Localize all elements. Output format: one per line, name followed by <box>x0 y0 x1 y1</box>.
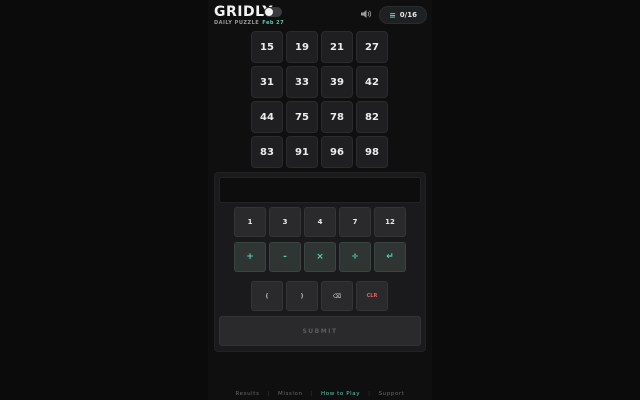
number-tile[interactable]: 21 <box>321 31 353 63</box>
minus-button[interactable]: - <box>269 242 301 272</box>
open-paren-button[interactable]: ( <box>251 281 283 311</box>
number-tile[interactable]: 42 <box>356 66 388 98</box>
footer-nav: Results | Mission | How to Play | Support <box>0 389 640 399</box>
number-keys-row: 1 3 4 7 12 <box>234 207 406 237</box>
toggle-knob <box>265 8 273 16</box>
footer-link-support[interactable]: Support <box>379 391 405 397</box>
operator-keys-row: + - × ÷ ↵ <box>234 242 406 272</box>
header: GRIDLY DAILY PUZZLE Feb 27 ≡ 0/16 <box>214 4 427 30</box>
number-tile[interactable]: 33 <box>286 66 318 98</box>
number-tile[interactable]: 83 <box>251 136 283 168</box>
puzzle-date: Feb 27 <box>262 20 285 26</box>
footer-separator: | <box>310 391 314 397</box>
number-tile[interactable]: 44 <box>251 101 283 133</box>
plus-button[interactable]: + <box>234 242 266 272</box>
number-tile[interactable]: 82 <box>356 101 388 133</box>
footer-separator: | <box>267 391 270 397</box>
number-key[interactable]: 3 <box>269 207 301 237</box>
enter-button[interactable]: ↵ <box>374 242 406 272</box>
number-tile[interactable]: 15 <box>251 31 283 63</box>
number-tile[interactable]: 31 <box>251 66 283 98</box>
speaker-icon[interactable] <box>360 9 372 19</box>
footer-link-results[interactable]: Results <box>235 391 259 397</box>
number-tile[interactable]: 78 <box>321 101 353 133</box>
number-grid: 15 19 21 27 31 33 39 42 44 75 78 82 83 91 96 98 <box>251 31 389 169</box>
footer-separator: | <box>368 391 371 397</box>
number-key[interactable]: 4 <box>304 207 336 237</box>
score-count: 0/16 <box>399 11 417 19</box>
number-tile[interactable]: 98 <box>356 136 388 168</box>
close-paren-button[interactable]: ) <box>286 281 318 311</box>
number-tile[interactable]: 96 <box>321 136 353 168</box>
number-tile[interactable]: 27 <box>356 31 388 63</box>
clear-button[interactable]: CLR <box>356 281 388 311</box>
daily-puzzle-label: DAILY PUZZLE <box>214 20 260 26</box>
multiply-button[interactable]: × <box>304 242 336 272</box>
list-icon: ≡ <box>389 10 396 20</box>
number-key[interactable]: 7 <box>339 207 371 237</box>
divide-button[interactable]: ÷ <box>339 242 371 272</box>
number-tile[interactable]: 75 <box>286 101 318 133</box>
number-key[interactable]: 12 <box>374 207 406 237</box>
score-button[interactable]: ≡ 0/16 <box>379 6 427 24</box>
subtitle: DAILY PUZZLE Feb 27 <box>214 20 284 26</box>
submit-button[interactable]: SUBMIT <box>219 316 421 346</box>
number-tile[interactable]: 19 <box>286 31 318 63</box>
expression-display <box>219 177 421 203</box>
footer-link-mission[interactable]: Mission <box>278 391 303 397</box>
number-tile[interactable]: 39 <box>321 66 353 98</box>
backspace-icon[interactable]: ⌫ <box>321 281 353 311</box>
theme-toggle[interactable] <box>264 7 282 17</box>
utility-keys-row: ( ) ⌫ CLR <box>251 281 388 311</box>
number-key[interactable]: 1 <box>234 207 266 237</box>
footer-link-how-to-play[interactable]: How to Play <box>321 391 360 397</box>
number-tile[interactable]: 91 <box>286 136 318 168</box>
